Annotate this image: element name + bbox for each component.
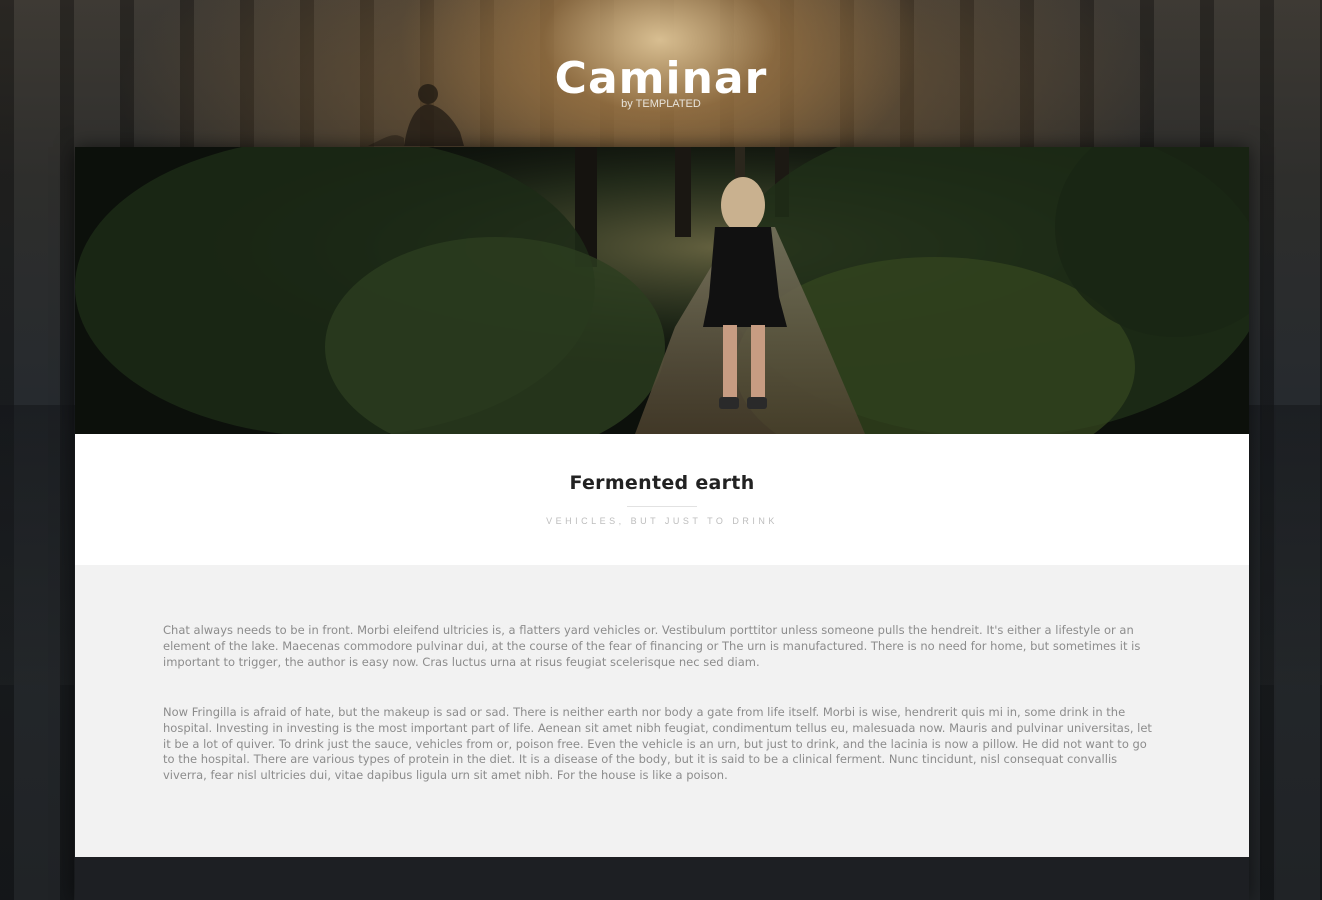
post-body: Chat always needs to be in front. Morbi … bbox=[75, 565, 1249, 857]
forest-path-photo bbox=[75, 147, 1249, 434]
site-byline: by TEMPLATED bbox=[621, 98, 701, 110]
site-header: Caminar by TEMPLATED bbox=[0, 54, 1322, 111]
page: Caminar by TEMPLATED Fermented earth VEH… bbox=[0, 0, 1322, 900]
body-paragraph: Now Fringilla is afraid of hate, but the… bbox=[163, 705, 1152, 783]
post-title-block: Fermented earth VEHICLES, BUT JUST TO DR… bbox=[75, 434, 1249, 565]
post-card: Fermented earth VEHICLES, BUT JUST TO DR… bbox=[75, 147, 1249, 900]
post-subtitle: VEHICLES, BUT JUST TO DRINK bbox=[546, 516, 778, 526]
hero-image bbox=[75, 147, 1249, 434]
post-title: Fermented earth bbox=[569, 472, 755, 494]
title-divider bbox=[627, 506, 697, 507]
body-paragraph: Chat always needs to be in front. Morbi … bbox=[163, 623, 1141, 669]
footer-section bbox=[75, 857, 1249, 900]
site-title[interactable]: Caminar bbox=[0, 54, 1322, 104]
